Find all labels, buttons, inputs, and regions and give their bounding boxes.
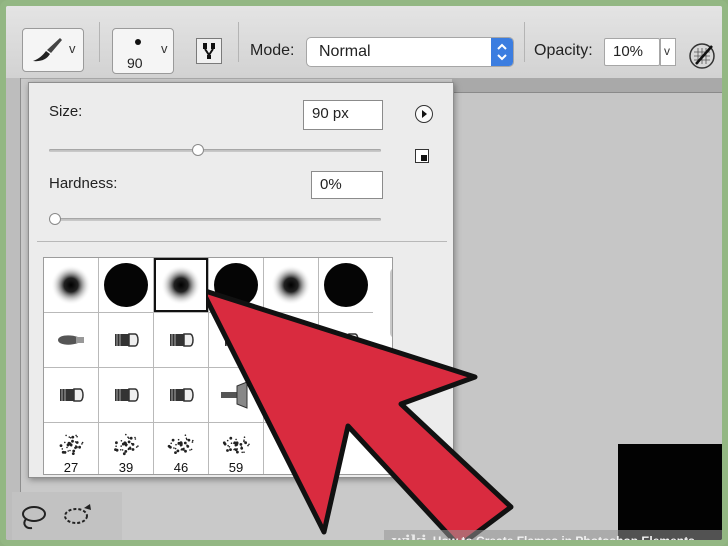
magnetic-lasso-icon[interactable] bbox=[60, 502, 94, 536]
flat-brush-icon bbox=[60, 388, 84, 402]
brush-preset-button[interactable]: v bbox=[22, 28, 84, 72]
brush-preset-flat[interactable] bbox=[209, 313, 263, 367]
brush-preset-spatter[interactable]: 59 bbox=[209, 423, 263, 475]
popup-divider bbox=[37, 241, 447, 242]
brush-size-dot-icon bbox=[135, 39, 141, 45]
brush-preset-size-label: 46 bbox=[173, 460, 189, 475]
brush-preset-flat[interactable] bbox=[154, 313, 208, 367]
lasso-icon[interactable] bbox=[16, 502, 50, 536]
brush-preset-flat[interactable] bbox=[264, 313, 318, 367]
flat-brush-icon bbox=[170, 388, 194, 402]
document-tab-bar bbox=[452, 78, 722, 93]
hardness-value: 0% bbox=[320, 176, 342, 193]
brush-picker-popup: Size: 90 px Hardness: 0% 27 39 46 59 bbox=[28, 82, 454, 478]
options-toolbar: v 90 v Mode: Normal Opacity: 10% v bbox=[6, 6, 722, 79]
blank-brush-icon bbox=[266, 425, 316, 475]
hardness-slider-track[interactable] bbox=[49, 218, 381, 221]
mode-label: Mode: bbox=[250, 42, 295, 59]
brush-settings-icon bbox=[203, 43, 215, 59]
fan-brush-icon bbox=[221, 381, 248, 409]
brush-preset-flat[interactable] bbox=[319, 313, 373, 367]
size-label: Size: bbox=[49, 103, 83, 120]
brush-preset-hard-round[interactable] bbox=[99, 258, 153, 312]
presets-scrollbar[interactable] bbox=[390, 268, 392, 338]
brush-preset-spatter[interactable]: 39 bbox=[99, 423, 153, 475]
chevron-updown-icon bbox=[491, 38, 513, 66]
opacity-value: 10% bbox=[613, 43, 644, 60]
flat-brush-icon bbox=[335, 333, 359, 347]
brush-preset-spatter[interactable]: 46 bbox=[154, 423, 208, 475]
bottom-tool-buttons bbox=[12, 492, 122, 540]
brush-preset-soft-round[interactable] bbox=[264, 258, 318, 312]
opacity-dropdown-glyph: v bbox=[664, 44, 670, 58]
flat-brush-icon bbox=[280, 333, 304, 347]
hardness-slider-knob[interactable] bbox=[49, 213, 61, 225]
soft-round-brush-icon bbox=[161, 265, 201, 305]
size-slider-track[interactable] bbox=[49, 149, 381, 152]
small-menu-icon[interactable] bbox=[415, 149, 429, 163]
brush-presets-grid: 27 39 46 59 bbox=[44, 258, 373, 475]
brush-size-dropdown-glyph: v bbox=[161, 41, 168, 56]
flat-brush-icon bbox=[170, 333, 194, 347]
blank-brush-icon bbox=[321, 370, 371, 420]
brush-preset-blank[interactable] bbox=[319, 423, 373, 475]
brush-size-button[interactable]: 90 v bbox=[112, 28, 174, 74]
tablet-pressure-icon bbox=[689, 43, 715, 69]
tools-panel-edge bbox=[6, 78, 21, 540]
brush-preset-size-label: 27 bbox=[63, 460, 79, 475]
size-field[interactable]: 90 px bbox=[303, 100, 383, 130]
brush-icon bbox=[33, 38, 62, 62]
hard-round-brush-icon bbox=[324, 263, 368, 307]
brush-size-value: 90 bbox=[127, 55, 143, 71]
brush-preset-blank[interactable] bbox=[264, 423, 318, 475]
hardness-field[interactable]: 0% bbox=[311, 171, 383, 199]
brush-preset-size-label: 39 bbox=[118, 460, 134, 475]
brush-preset-dropdown-glyph: v bbox=[69, 41, 76, 56]
opacity-dropdown-button[interactable]: v bbox=[660, 38, 676, 66]
brush-preset-flat[interactable] bbox=[44, 368, 98, 422]
hard-round-brush-icon bbox=[104, 263, 148, 307]
brush-preset-flat[interactable] bbox=[99, 368, 153, 422]
brush-preset-hard-round[interactable] bbox=[209, 258, 263, 312]
size-slider-knob[interactable] bbox=[192, 144, 205, 156]
flat-brush-icon bbox=[115, 388, 139, 402]
wikihow-watermark: wiki How to Create Flames in Photoshop E… bbox=[384, 530, 722, 546]
app-window: v 90 v Mode: Normal Opacity: 10% v Size:… bbox=[0, 0, 728, 546]
flat-brush-icon bbox=[115, 333, 139, 347]
hardness-label: Hardness: bbox=[49, 175, 118, 192]
brush-settings-button[interactable] bbox=[196, 38, 222, 64]
brush-preset-blank[interactable] bbox=[264, 368, 318, 422]
brush-preset-chisel[interactable] bbox=[44, 313, 98, 367]
brush-presets-panel: 27 39 46 59 bbox=[43, 257, 393, 475]
size-value: 90 px bbox=[312, 105, 349, 122]
brush-preset-flat[interactable] bbox=[99, 313, 153, 367]
document-canvas[interactable] bbox=[452, 78, 722, 540]
opacity-field[interactable]: 10% bbox=[604, 38, 660, 66]
brush-preset-soft-round[interactable] bbox=[44, 258, 98, 312]
brush-preset-flat[interactable] bbox=[154, 368, 208, 422]
blank-brush-icon bbox=[321, 425, 371, 475]
brush-preset-size-label: 59 bbox=[228, 460, 244, 475]
brush-preset-spatter[interactable]: 27 bbox=[44, 423, 98, 475]
mode-select[interactable]: Normal bbox=[306, 37, 514, 67]
watermark-brand: wiki bbox=[392, 532, 427, 546]
brush-preset-fan[interactable] bbox=[209, 368, 263, 422]
opacity-label: Opacity: bbox=[534, 42, 593, 59]
play-circle-icon[interactable] bbox=[415, 105, 433, 123]
soft-round-brush-icon bbox=[271, 265, 311, 305]
watermark-text: How to Create Flames in Photoshop Elemen… bbox=[432, 534, 695, 546]
hard-round-brush-icon bbox=[214, 263, 258, 307]
mode-value: Normal bbox=[319, 43, 371, 60]
tablet-pressure-button[interactable] bbox=[688, 42, 716, 70]
blank-brush-icon bbox=[266, 370, 316, 420]
flat-brush-icon bbox=[225, 333, 249, 347]
brush-preset-soft-round[interactable] bbox=[154, 258, 208, 312]
soft-round-brush-icon bbox=[51, 265, 91, 305]
brush-preset-blank[interactable] bbox=[319, 368, 373, 422]
chisel-brush-icon bbox=[58, 335, 84, 345]
brush-preset-hard-round[interactable] bbox=[319, 258, 373, 312]
